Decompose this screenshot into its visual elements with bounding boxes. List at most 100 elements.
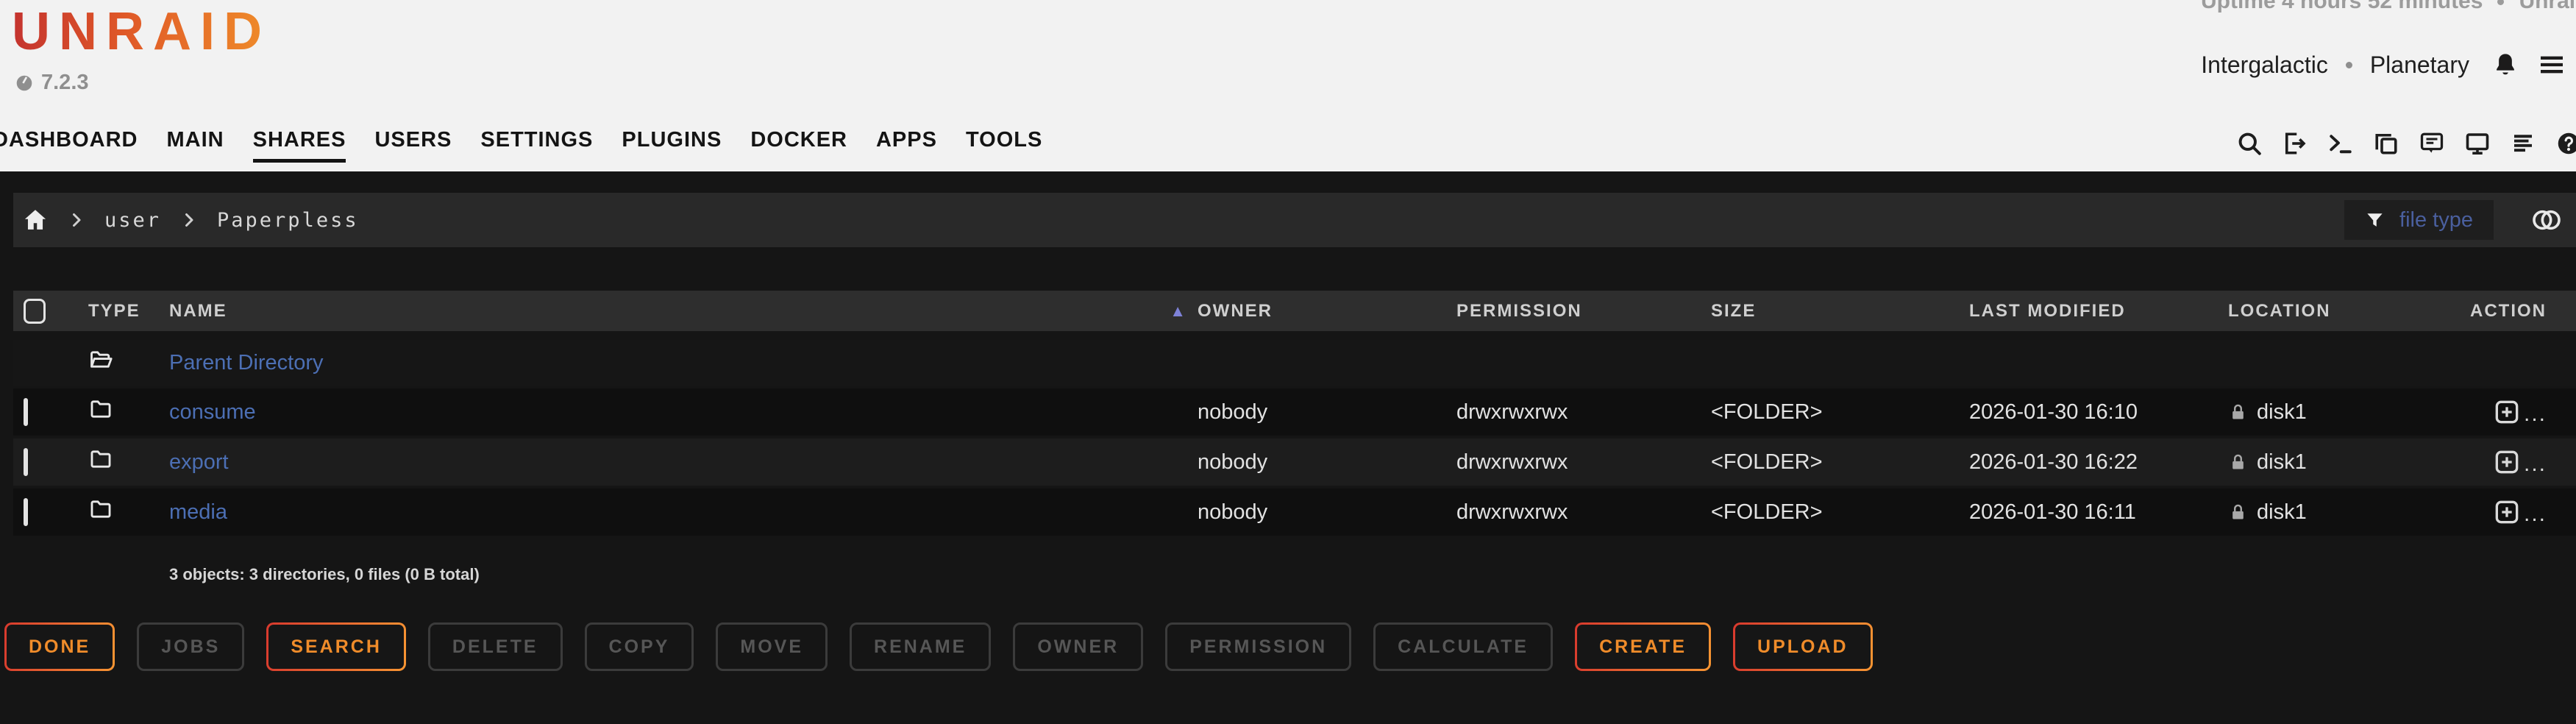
table-row: exportnobodydrwxrwxrwx<FOLDER>2026-01-30… xyxy=(13,439,2576,486)
location-label: disk1 xyxy=(2257,450,2307,475)
row-permission: drwxrwxrwx xyxy=(1456,500,1711,525)
row-actions-button[interactable]: ... xyxy=(2441,397,2547,427)
row-actions-button[interactable]: ... xyxy=(2441,447,2547,477)
row-size: <FOLDER> xyxy=(1711,400,1969,425)
row-location: disk1 xyxy=(2228,450,2441,475)
column-header-action[interactable]: ACTION xyxy=(2441,301,2547,322)
permission-button: PERMISSION xyxy=(1165,622,1351,671)
lock-icon xyxy=(2228,402,2248,422)
top-header: UNRAID 7.2.3 Uptime 4 hours 52 minutes U… xyxy=(0,0,2576,171)
toolbar-icons xyxy=(2236,130,2576,157)
row-owner: nobody xyxy=(1198,500,1456,525)
row-last-modified: 2026-01-30 16:11 xyxy=(1969,500,2228,525)
folder-icon xyxy=(88,447,113,472)
done-button[interactable]: DONE xyxy=(4,622,115,671)
jobs-button: JOBS xyxy=(137,622,244,671)
folder-icon xyxy=(88,397,113,422)
nav-tab-users[interactable]: USERS xyxy=(374,128,452,163)
separator-dot xyxy=(2346,62,2352,68)
nav-tab-dashboard[interactable]: DASHBOARD xyxy=(0,128,138,163)
version-badge: 7.2.3 xyxy=(15,71,89,95)
table-row: Parent Directory xyxy=(13,340,2576,386)
nav-tab-plugins[interactable]: PLUGINS xyxy=(622,128,722,163)
terminal-icon[interactable] xyxy=(2327,130,2354,157)
folder-open-icon xyxy=(88,347,113,372)
row-name-link[interactable]: export xyxy=(169,450,229,474)
row-name-link[interactable]: Parent Directory xyxy=(169,351,324,375)
plus-square-icon xyxy=(2492,497,2522,527)
row-checkbox[interactable] xyxy=(24,448,28,476)
table-row: media nobodydrwxrwxrwx<FOLDER>2026-01-30 … xyxy=(13,489,2576,536)
row-name-link[interactable]: consume xyxy=(169,400,256,424)
home-icon[interactable] xyxy=(22,207,49,233)
copy-icon[interactable] xyxy=(2373,130,2399,157)
owner-button: OWNER xyxy=(1013,622,1143,671)
server-name: Intergalactic xyxy=(2201,52,2328,79)
column-header-last-modified[interactable]: LAST MODIFIED xyxy=(1969,301,2228,322)
notifications-bell-icon[interactable] xyxy=(2491,51,2519,79)
object-summary: 3 objects: 3 directories, 0 files (0 B t… xyxy=(13,539,2576,584)
row-permission: drwxrwxrwx xyxy=(1456,400,1711,425)
file-type-filter[interactable]: file type xyxy=(2344,200,2494,240)
lock-icon xyxy=(2228,503,2248,522)
plus-square-icon xyxy=(2492,447,2522,477)
table-row: consumenobodydrwxrwxrwx<FOLDER>2026-01-3… xyxy=(13,388,2576,436)
nav-tab-settings[interactable]: SETTINGS xyxy=(480,128,593,163)
row-last-modified: 2026-01-30 16:22 xyxy=(1969,450,2228,475)
file-manager-content: userPaperpless file type TYPENAME▲OWNERP… xyxy=(0,171,2576,724)
column-header-label: NAME xyxy=(169,301,227,322)
uptime-status: Uptime 4 hours 52 minutes Unraid OS Star… xyxy=(2201,0,2576,14)
breadcrumb: user Paperpless xyxy=(68,209,359,232)
column-header-type[interactable]: TYPE xyxy=(88,301,169,322)
column-header-location[interactable]: LOCATION xyxy=(2228,301,2441,322)
unraid-logo: UNRAID xyxy=(12,1,271,62)
column-header-name[interactable]: NAME▲ xyxy=(169,301,1198,322)
row-checkbox[interactable] xyxy=(24,398,28,426)
feedback-icon[interactable] xyxy=(2419,130,2445,157)
file-table: TYPENAME▲OWNERPERMISSIONSIZELAST MODIFIE… xyxy=(13,291,2576,584)
sign-out-icon[interactable] xyxy=(2282,130,2308,157)
separator-dot xyxy=(2497,0,2504,5)
version-number: 7.2.3 xyxy=(41,71,89,95)
table-body: Parent Directoryconsumenobodydrwxrwxrwx<… xyxy=(13,340,2576,536)
rename-button: RENAME xyxy=(850,622,991,671)
help-icon[interactable] xyxy=(2555,130,2576,157)
upload-button[interactable]: UPLOAD xyxy=(1733,622,1873,671)
row-location: disk1 xyxy=(2228,500,2441,525)
search-icon[interactable] xyxy=(2236,130,2263,157)
nav-tab-apps[interactable]: APPS xyxy=(876,128,937,163)
select-all-checkbox[interactable] xyxy=(24,299,46,324)
column-header-permission[interactable]: PERMISSION xyxy=(1456,301,1711,322)
column-header-size[interactable]: SIZE xyxy=(1711,301,1969,322)
lock-icon xyxy=(2228,452,2248,472)
menu-icon[interactable] xyxy=(2537,50,2566,79)
row-size: <FOLDER> xyxy=(1711,500,1969,525)
delete-button: DELETE xyxy=(428,622,563,671)
nav-tab-main[interactable]: MAIN xyxy=(167,128,224,163)
breadcrumb-segment: Paperpless xyxy=(217,209,359,232)
column-header-owner[interactable]: OWNER xyxy=(1198,301,1456,322)
server-description: Planetary xyxy=(2370,52,2469,79)
move-button: MOVE xyxy=(716,622,828,671)
breadcrumb-bar: user Paperpless file type xyxy=(13,193,2576,247)
view-toggle-icon[interactable] xyxy=(2529,205,2564,235)
row-owner: nobody xyxy=(1198,400,1456,425)
row-actions-button[interactable]: ... xyxy=(2441,497,2547,527)
create-button[interactable]: CREATE xyxy=(1575,622,1711,671)
row-name-link[interactable]: media xyxy=(169,500,227,524)
os-status-text: Unraid OS Starte xyxy=(2519,0,2576,14)
row-checkbox[interactable] xyxy=(24,498,28,526)
uptime-text: Uptime 4 hours 52 minutes xyxy=(2201,0,2483,14)
nav-tab-docker[interactable]: DOCKER xyxy=(750,128,847,163)
search-button[interactable]: SEARCH xyxy=(266,622,406,671)
server-info: Intergalactic Planetary xyxy=(2201,50,2566,79)
row-location: disk1 xyxy=(2228,400,2441,425)
nav-tab-tools[interactable]: TOOLS xyxy=(966,128,1042,163)
monitor-icon[interactable] xyxy=(2464,130,2491,157)
logs-icon[interactable] xyxy=(2510,130,2536,157)
breadcrumb-segment[interactable]: user xyxy=(104,209,161,232)
more-actions-ellipsis: ... xyxy=(2524,511,2547,527)
nav-tab-shares[interactable]: SHARES xyxy=(253,128,346,163)
location-label: disk1 xyxy=(2257,400,2307,425)
table-header-row: TYPENAME▲OWNERPERMISSIONSIZELAST MODIFIE… xyxy=(13,291,2576,331)
